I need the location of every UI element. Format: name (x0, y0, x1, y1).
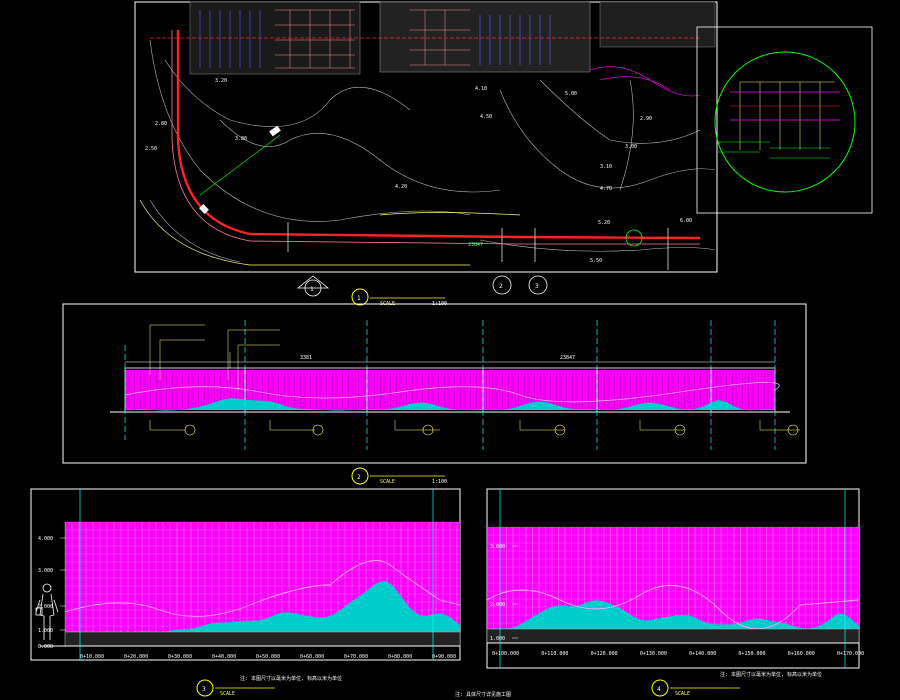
view-number-1: 1 (357, 295, 361, 302)
cad-drawing: 2.50 2.80 3.20 3.80 4.10 4.50 5.00 2.90 … (30, 1, 873, 698)
svg-text:0+70.000: 0+70.000 (344, 654, 368, 660)
svg-text:0+80.000: 0+80.000 (388, 654, 412, 660)
svg-text:0+50.000: 0+50.000 (256, 654, 280, 660)
svg-text:1.000: 1.000 (490, 636, 505, 642)
elev-label-1: 2.50 (145, 146, 157, 152)
svg-text:0+40.000: 0+40.000 (212, 654, 236, 660)
elev-label-15: 4.20 (395, 184, 407, 190)
radius-line (199, 134, 281, 196)
svg-text:0+30.000: 0+30.000 (168, 654, 192, 660)
svg-text:2.000: 2.000 (490, 602, 505, 608)
enlarged-elevation-left: 4.000 3.000 2.000 1.000 0.000 0+10.000 0+20.0… (30, 488, 461, 697)
note-left: 注: 本图尺寸以毫米为单位, 标高以米为单位 (240, 675, 342, 682)
svg-text:1.000: 1.000 (38, 628, 53, 634)
section-marker-1: 1 (310, 286, 314, 293)
elev-label-12: 5.20 (598, 220, 610, 226)
note-right: 注: 本图尺寸以毫米为单位, 标高以米为单位 (720, 671, 822, 678)
svg-text:4.000: 4.000 (38, 536, 53, 542)
detail-bubble (696, 26, 873, 214)
note-bottom: 注: 具体尺寸详见施工图 (455, 691, 511, 698)
svg-text:0+170.000: 0+170.000 (837, 651, 864, 657)
scale-text-3: SCALE (220, 691, 235, 697)
elevation-sub-dim: 3381 (300, 355, 312, 361)
svg-text:3.000: 3.000 (490, 544, 505, 550)
svg-text:0+120.000: 0+120.000 (591, 651, 618, 657)
svg-text:0+110.000: 0+110.000 (541, 651, 568, 657)
view-number-3: 3 (202, 686, 206, 693)
elev-label-2: 2.80 (155, 121, 167, 127)
contour-highlights (139, 199, 521, 266)
elev-label-13: 5.50 (590, 258, 602, 264)
elev-label-11: 4.70 (600, 186, 612, 192)
building-blocks (189, 1, 716, 97)
elev-label-4: 3.80 (235, 136, 247, 142)
enlarged-elevation-right: 3.000 2.000 1.000 0+100.000 0+110.000 0+120.… (486, 488, 864, 697)
svg-text:0+10.000: 0+10.000 (80, 654, 104, 660)
svg-text:0+100.000: 0+100.000 (492, 651, 519, 657)
plan-length-label: 23847 (468, 242, 483, 248)
svg-text:0+160.000: 0+160.000 (788, 651, 815, 657)
svg-text:0+140.000: 0+140.000 (689, 651, 716, 657)
elev-label-7: 5.00 (565, 91, 577, 97)
elev-label-8: 2.90 (640, 116, 652, 122)
svg-text:2.000: 2.000 (38, 604, 53, 610)
scale-value-2: 1:100 (432, 479, 447, 485)
elevation-total-dim: 23847 (560, 355, 575, 361)
view-number-4: 4 (657, 686, 661, 693)
svg-text:0+20.000: 0+20.000 (124, 654, 148, 660)
site-plan-panel: 2.50 2.80 3.20 3.80 4.10 4.50 5.00 2.90 … (134, 1, 718, 273)
svg-text:0+90.000: 0+90.000 (432, 654, 456, 660)
elev-label-10: 3.10 (600, 164, 612, 170)
elev-label-9: 3.00 (625, 144, 637, 150)
elev-label-6: 4.50 (480, 114, 492, 120)
svg-text:3.000: 3.000 (38, 568, 53, 574)
section-marker-3: 3 (535, 283, 539, 290)
section-marker-2: 2 (499, 283, 503, 290)
elev-label-5: 4.10 (475, 86, 487, 92)
view-number-2: 2 (357, 474, 361, 481)
plan-section-markers: 1 2 3 1 SCALE 1:100 (296, 275, 548, 307)
svg-text:0+130.000: 0+130.000 (640, 651, 667, 657)
elev-label-3: 3.20 (215, 78, 227, 84)
svg-text:0+60.000: 0+60.000 (300, 654, 324, 660)
elev-label-14: 6.00 (680, 218, 692, 224)
scale-text-2: SCALE (380, 479, 395, 485)
scale-text-4: SCALE (675, 691, 690, 697)
svg-text:0+150.000: 0+150.000 (738, 651, 765, 657)
svg-text:0.000: 0.000 (38, 644, 53, 650)
long-elevation-panel: 3381 23847 2 SCALE 1:100 (62, 303, 807, 485)
